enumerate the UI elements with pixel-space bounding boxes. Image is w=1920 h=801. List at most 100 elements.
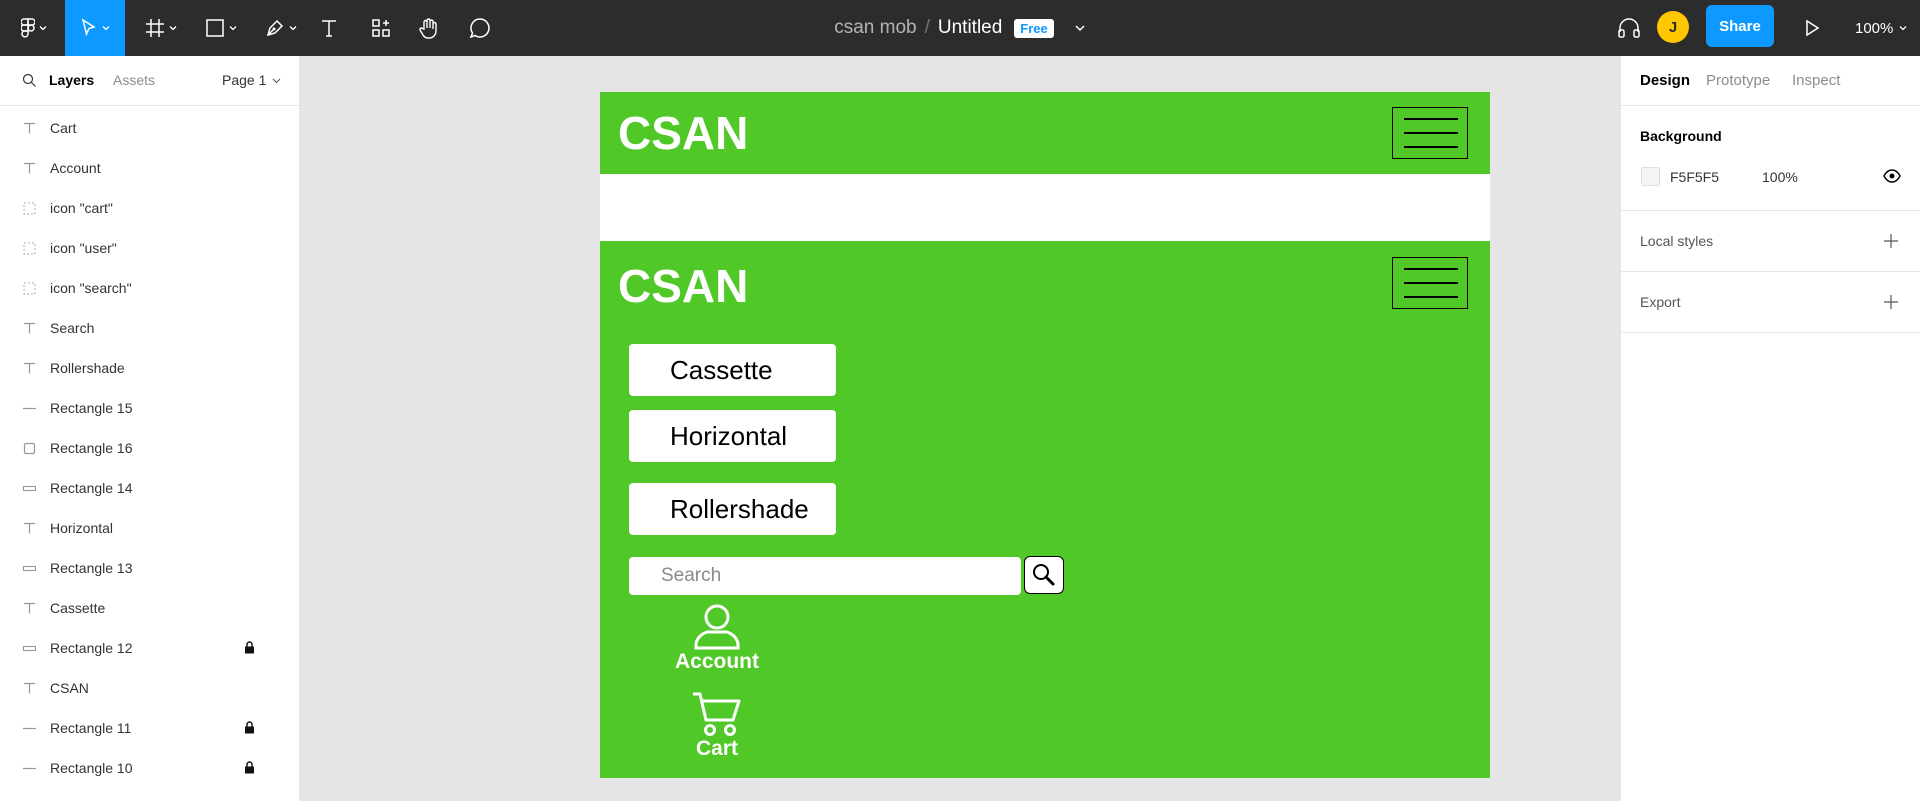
shape-tool[interactable] [198, 0, 244, 56]
chevron-down-icon[interactable] [1074, 22, 1086, 34]
site-header[interactable]: CSAN [600, 92, 1490, 174]
audio-button[interactable] [1612, 0, 1646, 56]
layer-row[interactable]: Cassette [0, 588, 299, 628]
thin-rectangle-icon [23, 482, 36, 495]
layer-row[interactable]: Horizontal [0, 508, 299, 548]
panel-tabs: Layers Assets Page 1 [0, 56, 299, 106]
tab-inspect[interactable]: Inspect [1792, 72, 1840, 89]
layer-name: icon "user" [50, 240, 117, 256]
page-selector-label: Page 1 [222, 72, 267, 88]
layer-row[interactable]: Rectangle 13 [0, 548, 299, 588]
layer-row[interactable]: icon "cart" [0, 188, 299, 228]
file-name[interactable]: Untitled [938, 17, 1002, 39]
plan-badge[interactable]: Free [1014, 18, 1054, 38]
layer-row[interactable]: Account [0, 148, 299, 188]
comment-tool[interactable] [465, 0, 495, 56]
tab-prototype[interactable]: Prototype [1706, 72, 1770, 89]
text-icon [23, 362, 36, 375]
export-title: Export [1640, 294, 1681, 310]
resources-tool[interactable] [366, 0, 396, 56]
menu-item-horizontal[interactable]: Horizontal [629, 410, 836, 462]
text-tool[interactable] [314, 0, 344, 56]
properties-tabs: Design Prototype Inspect [1621, 56, 1920, 106]
rectangle-icon [206, 19, 224, 37]
tab-layers[interactable]: Layers [49, 72, 94, 88]
layer-name: Rectangle 16 [50, 440, 133, 456]
title-separator: / [924, 17, 930, 38]
present-button[interactable] [1800, 0, 1824, 56]
site-logo: CSAN [618, 107, 749, 159]
tab-assets[interactable]: Assets [113, 72, 155, 88]
expanded-menu[interactable]: CSAN Cassette Horizontal Rollershade Sea… [600, 241, 1490, 778]
user-icon [694, 604, 740, 650]
search-icon[interactable] [22, 73, 37, 88]
move-tool[interactable] [65, 0, 125, 56]
chevron-down-icon [289, 26, 297, 31]
account-link[interactable]: Account [662, 602, 772, 674]
lock-icon[interactable] [244, 761, 255, 777]
cart-label: Cart [695, 737, 738, 760]
pen-tool[interactable] [258, 0, 304, 56]
layer-row[interactable]: Rollershade [0, 348, 299, 388]
lock-icon[interactable] [244, 641, 255, 657]
rectangle-icon [23, 442, 36, 455]
layer-row[interactable]: Search [0, 308, 299, 348]
layer-name: Rectangle 10 [50, 760, 133, 776]
local-styles-title: Local styles [1640, 233, 1714, 249]
layer-row[interactable]: Rectangle 10 [0, 748, 299, 788]
background-opacity-input[interactable]: 100% [1762, 169, 1798, 185]
background-hex-input[interactable]: F5F5F5 [1670, 169, 1719, 185]
text-icon [23, 602, 36, 615]
frame-tool[interactable] [138, 0, 184, 56]
layer-name: Rectangle 14 [50, 480, 133, 496]
search-input[interactable]: Search [629, 557, 1021, 595]
tab-design[interactable]: Design [1640, 72, 1690, 89]
menu-item-cassette[interactable]: Cassette [629, 344, 836, 396]
search-button[interactable] [1024, 556, 1064, 594]
background-color-swatch[interactable] [1641, 167, 1660, 186]
layer-row[interactable]: icon "search" [0, 268, 299, 308]
layer-name: Rectangle 11 [50, 720, 132, 736]
share-button[interactable]: Share [1706, 5, 1774, 47]
canvas[interactable]: CSAN CSAN Cassette Horizontal Rollershad… [300, 56, 1620, 801]
text-icon [23, 682, 36, 695]
layer-row[interactable]: icon "user" [0, 228, 299, 268]
zoom-level: 100% [1855, 19, 1894, 37]
layer-name: Horizontal [50, 520, 114, 536]
background-title: Background [1640, 128, 1722, 144]
layer-name: Rollershade [50, 360, 125, 376]
cursor-icon [81, 18, 96, 37]
comment-icon [469, 18, 490, 39]
layer-row[interactable]: Rectangle 16 [0, 428, 299, 468]
eye-icon[interactable] [1883, 169, 1901, 183]
page-selector[interactable]: Page 1 [222, 72, 281, 88]
user-avatar[interactable]: J [1657, 11, 1689, 43]
plus-icon[interactable] [1884, 295, 1898, 309]
top-toolbar: csan mob / Untitled Free J Share 100% [0, 0, 1920, 56]
mobile-frame[interactable]: CSAN CSAN Cassette Horizontal Rollershad… [600, 92, 1490, 778]
hamburger-menu-icon[interactable] [1392, 107, 1468, 159]
layer-row[interactable]: Rectangle 15 [0, 388, 299, 428]
figma-logo-icon [21, 18, 35, 38]
text-icon [322, 20, 336, 37]
lock-icon[interactable] [244, 721, 255, 737]
hamburger-menu-icon[interactable] [1392, 257, 1468, 309]
zoom-menu[interactable]: 100% [1855, 0, 1907, 56]
plus-icon[interactable] [1884, 234, 1898, 248]
hand-tool[interactable] [414, 0, 444, 56]
menu-logo: CSAN [618, 260, 749, 312]
layer-row[interactable]: Rectangle 14 [0, 468, 299, 508]
layer-row[interactable]: Rectangle 12 [0, 628, 299, 668]
project-name[interactable]: csan mob [834, 17, 916, 39]
layer-row[interactable]: Cart [0, 108, 299, 148]
menu-item-rollershade[interactable]: Rollershade [629, 483, 836, 535]
layer-row[interactable]: CSAN [0, 668, 299, 708]
play-icon [1806, 19, 1820, 37]
main-menu-button[interactable] [14, 0, 54, 56]
cart-link[interactable]: Cart [662, 691, 772, 761]
cart-icon [693, 692, 741, 736]
layer-row[interactable]: Rectangle 11 [0, 708, 299, 748]
properties-panel: Design Prototype Inspect Background F5F5… [1620, 56, 1920, 801]
thin-rectangle-icon [23, 642, 36, 655]
account-label: Account [675, 650, 759, 673]
